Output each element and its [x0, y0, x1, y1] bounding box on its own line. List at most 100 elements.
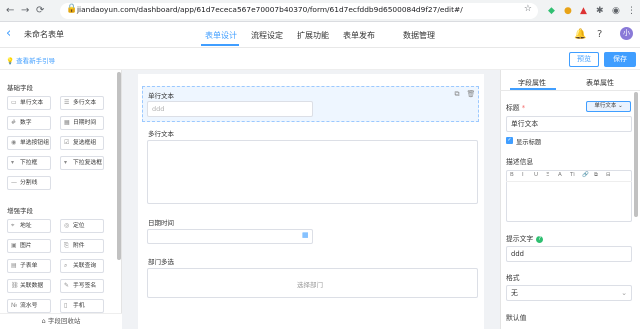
- extension-icon[interactable]: ◆: [548, 4, 555, 18]
- field-chip-attachment[interactable]: ⎘ 附件: [60, 239, 104, 253]
- help-icon[interactable]: ?: [536, 235, 544, 243]
- field-chip-datetime[interactable]: ▦ 日期时间: [60, 116, 104, 130]
- radio-icon: ◉: [11, 139, 17, 146]
- title-label-text: 标题: [506, 104, 520, 112]
- recycle-bin-button[interactable]: ⌂ 字段回收站: [0, 313, 122, 329]
- field-chip-subform[interactable]: ▤ 子表单: [7, 259, 51, 273]
- tab-form-properties[interactable]: 表单属性: [586, 78, 614, 88]
- field-chip-address[interactable]: ⌖ 地址: [7, 219, 51, 233]
- chip-label: 关联数据: [20, 283, 44, 289]
- hint-text-input[interactable]: ddd: [506, 246, 632, 262]
- lock-icon: 🔒: [66, 4, 78, 14]
- address-bar[interactable]: 🔒 jiandaoyun.com/dashboard/app/61d7ececa…: [60, 3, 538, 19]
- field-chip-number[interactable]: # 数字: [7, 116, 51, 130]
- font-size-icon[interactable]: Ti: [570, 172, 575, 178]
- chip-label: 下拉框: [20, 160, 38, 166]
- copy-format-icon[interactable]: ⧉: [594, 172, 598, 179]
- number-icon: #: [11, 119, 17, 126]
- copy-icon[interactable]: ⧉: [452, 90, 462, 99]
- avatar[interactable]: 小: [620, 27, 633, 40]
- forward-arrow-icon[interactable]: →: [21, 4, 29, 18]
- align-icon[interactable]: Ξ: [546, 172, 549, 178]
- calendar-icon[interactable]: ▦: [302, 231, 309, 239]
- italic-icon[interactable]: I: [522, 172, 524, 178]
- field-chip-location[interactable]: ◎ 定位: [60, 219, 104, 233]
- field-chip-signature[interactable]: ✎ 手写签名: [60, 279, 104, 293]
- tab-publish[interactable]: 表单发布: [343, 30, 375, 41]
- chip-label: 图片: [20, 243, 32, 249]
- required-mark: *: [521, 104, 526, 112]
- field-chip-phone[interactable]: ▯ 手机: [60, 299, 104, 313]
- star-icon[interactable]: ☆: [524, 4, 532, 14]
- show-title-label: 显示标题: [516, 139, 542, 146]
- title-input[interactable]: 单行文本: [506, 116, 632, 132]
- pen-icon: ✎: [64, 282, 70, 289]
- puzzle-icon[interactable]: ✱: [596, 4, 604, 18]
- font-color-icon[interactable]: A: [558, 172, 562, 178]
- reload-icon[interactable]: ⟳: [36, 4, 44, 18]
- profile-icon[interactable]: ◉: [612, 4, 620, 18]
- field-chip-select[interactable]: ▾ 下拉框: [7, 156, 51, 170]
- serial-icon: №: [11, 302, 18, 309]
- tab-field-properties[interactable]: 字段属性: [518, 78, 546, 88]
- form-name[interactable]: 未命名表单: [24, 29, 64, 40]
- menu-kebab-icon[interactable]: ⋮: [627, 4, 636, 18]
- phone-icon: ▯: [64, 302, 68, 309]
- tab-data-management[interactable]: 数据管理: [403, 30, 435, 41]
- bell-icon[interactable]: 🔔: [574, 28, 586, 42]
- link-icon[interactable]: 🔗: [582, 172, 589, 178]
- chip-label: 定位: [73, 223, 85, 229]
- chip-label: 单行文本: [20, 100, 44, 106]
- format-label: 格式: [506, 274, 520, 282]
- left-scrollbar[interactable]: [117, 72, 121, 260]
- chip-label: 下拉复选框: [73, 160, 102, 166]
- single-text-input[interactable]: [147, 101, 313, 117]
- field-chip-divider[interactable]: — 分割线: [7, 176, 51, 190]
- url-text[interactable]: jiandaoyun.com/dashboard/app/61d7ececa56…: [77, 5, 463, 14]
- field-chip-multi-text[interactable]: ☰ 多行文本: [60, 96, 104, 110]
- text-icon: ▭: [11, 99, 17, 106]
- guide-label: 查看新手引导: [16, 57, 56, 65]
- chevron-down-icon: ⌄: [621, 289, 627, 297]
- extension-icon[interactable]: ●: [564, 4, 572, 18]
- show-title-checkbox[interactable]: ✓: [506, 137, 513, 144]
- format-select[interactable]: 无 ⌄: [506, 285, 632, 301]
- right-scrollbar[interactable]: [634, 92, 638, 217]
- tab-form-design[interactable]: 表单设计: [205, 30, 237, 41]
- tab-flow-setting[interactable]: 流程设定: [251, 30, 283, 41]
- save-button[interactable]: 保存: [604, 52, 636, 67]
- field-chip-radio[interactable]: ◉ 单选按钮组: [7, 136, 51, 150]
- input-placeholder: ddd: [152, 105, 165, 113]
- chip-label: 日期时间: [73, 120, 97, 126]
- active-tab-indicator: [201, 44, 239, 46]
- lightbulb-icon: 💡: [6, 57, 15, 65]
- field-chip-single-text[interactable]: ▭ 单行文本: [7, 96, 51, 110]
- help-icon[interactable]: ?: [597, 28, 602, 42]
- hint-label-text: 提示文字: [506, 235, 534, 243]
- field-label: 多行文本: [148, 130, 174, 138]
- field-chip-serial-number[interactable]: № 流水号: [7, 299, 51, 313]
- back-arrow-icon[interactable]: ←: [6, 4, 14, 18]
- multi-text-input[interactable]: [147, 140, 478, 204]
- basic-fields-title: 基础字段: [7, 84, 33, 92]
- field-chip-image[interactable]: ▣ 图片: [7, 239, 51, 253]
- title-label: 标题 *: [506, 102, 525, 112]
- bold-icon[interactable]: B: [510, 172, 514, 178]
- paperclip-icon: ⎘: [64, 242, 69, 249]
- textarea-icon: ☰: [64, 99, 70, 106]
- extension-icon[interactable]: ▲: [580, 4, 587, 18]
- field-chip-linked-data[interactable]: ⛓关联数据: [7, 279, 51, 293]
- field-chip-lookup[interactable]: ⌕ 关联查询: [60, 259, 104, 273]
- underline-icon[interactable]: U: [534, 172, 538, 178]
- back-chevron-icon[interactable]: ‹: [6, 27, 11, 41]
- divider-icon: —: [11, 179, 17, 186]
- preview-button[interactable]: 预览: [569, 52, 599, 67]
- tab-extensions[interactable]: 扩展功能: [297, 30, 329, 41]
- guide-link[interactable]: 💡 查看新手引导: [6, 55, 55, 65]
- delete-icon[interactable]: 🗑: [466, 90, 476, 99]
- clear-format-icon[interactable]: ⊟: [606, 172, 611, 178]
- field-chip-checkbox[interactable]: ☑ 复选框组: [60, 136, 104, 150]
- field-chip-multi-select[interactable]: ▾ 下拉复选框: [60, 156, 104, 170]
- datetime-input[interactable]: [147, 229, 313, 244]
- field-type-dropdown[interactable]: 单行文本 ⌄: [586, 101, 631, 112]
